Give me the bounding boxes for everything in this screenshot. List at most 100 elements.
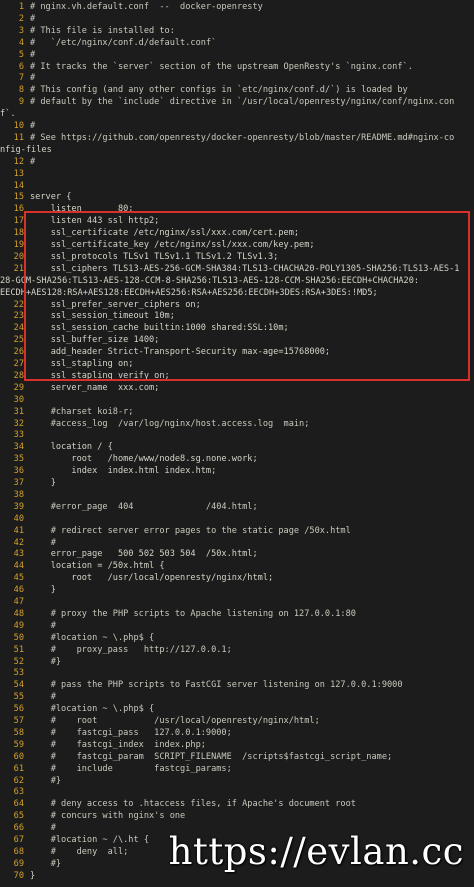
code-text: #access_log /var/log/nginx/host.access.l… [30,418,310,429]
code-text: # root /usr/local/openresty/nginx/html; [30,716,320,726]
code-line[interactable]: 12 # [0,157,474,169]
line-number: 2 [18,13,24,24]
line-number: 55 [13,692,24,703]
code-line[interactable]: 60 # fastcgi_param SCRIPT_FILENAME /scri… [0,752,474,764]
code-line[interactable]: 30 [0,395,474,407]
code-line[interactable]: 15 server { [0,192,474,204]
code-line[interactable]: f`. [0,109,474,121]
code-text: #location ~ /\.ht { [30,835,149,845]
code-line[interactable]: 45 root /usr/local/openresty/nginx/html; [0,573,474,585]
line-number: 58 [13,727,24,738]
code-line[interactable]: 53 [0,668,474,680]
code-line[interactable]: 35 root /home/www/node8.sg.none.work; [0,454,474,466]
line-number: 18 [13,228,24,239]
code-line[interactable]: 63 [0,787,474,799]
code-line[interactable]: 3 # This file is installed to: [0,26,474,38]
code-line[interactable]: 44 location = /50x.html { [0,561,474,573]
code-line[interactable]: 43 error_page 500 502 503 504 /50x.html; [0,549,474,561]
code-line[interactable]: 29 server_name xxx.com; [0,383,474,395]
code-line[interactable]: 65 # concurs with nginx's one [0,811,474,823]
code-line[interactable]: 31 #charset koi8-r; [0,407,474,419]
code-line[interactable]: 8 # This config (and any other configs in… [0,85,474,97]
code-line[interactable]: 64 # deny access to .htaccess files, if … [0,799,474,811]
code-line[interactable]: 47 [0,597,474,609]
code-text: #} [30,858,62,869]
code-line[interactable]: 14 [0,181,474,193]
line-number: 35 [13,454,24,465]
code-line[interactable]: 59 # fastcgi_index index.php; [0,740,474,752]
code-line[interactable]: 33 [0,430,474,442]
line-number: 41 [13,525,24,536]
code-text: f`. [0,109,16,120]
line-number: 23 [13,311,24,322]
line-number: 60 [13,751,24,762]
code-line[interactable]: 41 # redirect server error pages to the … [0,526,474,538]
line-number: 57 [13,716,24,726]
code-text: # nginx.vh.default.conf -- docker-openre… [30,2,263,12]
line-number: 20 [13,251,24,262]
code-line[interactable]: 36 index index.html index.htm; [0,466,474,478]
line-number: 48 [13,608,24,619]
line-number: 54 [13,680,24,691]
code-text: } [30,870,36,881]
line-number: 51 [13,644,24,655]
line-number: 67 [13,835,24,845]
line-number: 34 [13,442,24,453]
line-number: 65 [13,811,24,822]
code-line[interactable]: 4 # `/etc/nginx/conf.d/default.conf` [0,38,474,50]
code-line[interactable]: 10 # [0,121,474,133]
line-number: 69 [13,858,24,869]
line-number: 62 [13,775,24,786]
code-line[interactable]: 11 # See https://github.com/openresty/doc… [0,133,474,145]
code-line[interactable]: 7 # [0,73,474,85]
code-text: #location ~ \.php$ { [30,632,155,643]
line-number: 25 [13,335,24,346]
line-number: 21 [13,263,24,274]
code-line[interactable]: 56 #location ~ \.php$ { [0,704,474,716]
code-line[interactable]: 42 # [0,538,474,550]
code-line[interactable]: 9 # default by the `include` directive in… [0,97,474,109]
code-text: server_name xxx.com; [30,382,160,393]
line-number: 24 [13,323,24,334]
code-line[interactable]: 58 # fastcgi_pass 127.0.0.1:9000; [0,728,474,740]
code-text: # [30,537,56,548]
code-text: error_page 500 502 503 504 /50x.html; [30,549,258,560]
code-line[interactable]: 51 # proxy_pass http://127.0.0.1; [0,645,474,657]
code-text: # This file is installed to: [30,25,175,36]
line-number: 49 [13,620,24,631]
code-line[interactable]: 52 #} [0,657,474,669]
code-line[interactable]: 39 #error_page 404 /404.html; [0,502,474,514]
code-line[interactable]: 5 # [0,50,474,62]
code-line[interactable]: 57 # root /usr/local/openresty/nginx/htm… [0,716,474,728]
line-number: 14 [13,180,24,191]
code-line[interactable]: 55 # [0,692,474,704]
code-line[interactable]: 54 # pass the PHP scripts to FastCGI ser… [0,680,474,692]
line-number: 61 [13,763,24,774]
code-editor[interactable]: 1 # nginx.vh.default.conf -- docker-openr… [0,0,474,887]
line-number: 3 [18,25,24,36]
code-text: # proxy the PHP scripts to Apache listen… [30,608,356,619]
code-text: # pass the PHP scripts to FastCGI server… [30,680,403,691]
code-line[interactable]: 6 # It tracks the `server` section of the… [0,62,474,74]
code-text: # [30,620,56,631]
code-line[interactable]: 13 [0,169,474,181]
code-line[interactable]: 48 # proxy the PHP scripts to Apache lis… [0,609,474,621]
code-line[interactable]: 1 # nginx.vh.default.conf -- docker-openr… [0,2,474,14]
code-line[interactable]: 49 # [0,621,474,633]
code-line[interactable]: 38 [0,490,474,502]
line-number: 45 [13,573,24,584]
code-line[interactable]: 40 [0,514,474,526]
code-line[interactable]: 37 } [0,478,474,490]
code-line[interactable]: 61 # include fastcgi_params; [0,764,474,776]
code-line[interactable]: 62 #} [0,776,474,788]
code-line[interactable]: 34 location / { [0,442,474,454]
code-text: # [30,49,36,60]
line-number: 68 [13,846,24,857]
code-line[interactable]: 32 #access_log /var/log/nginx/host.acces… [0,419,474,431]
line-number: 66 [13,823,24,834]
code-line[interactable]: 2 # [0,14,474,26]
code-line[interactable]: nfig-files [0,145,474,157]
code-text: nfig-files [0,144,52,155]
code-line[interactable]: 50 #location ~ \.php$ { [0,633,474,645]
code-line[interactable]: 46 } [0,585,474,597]
